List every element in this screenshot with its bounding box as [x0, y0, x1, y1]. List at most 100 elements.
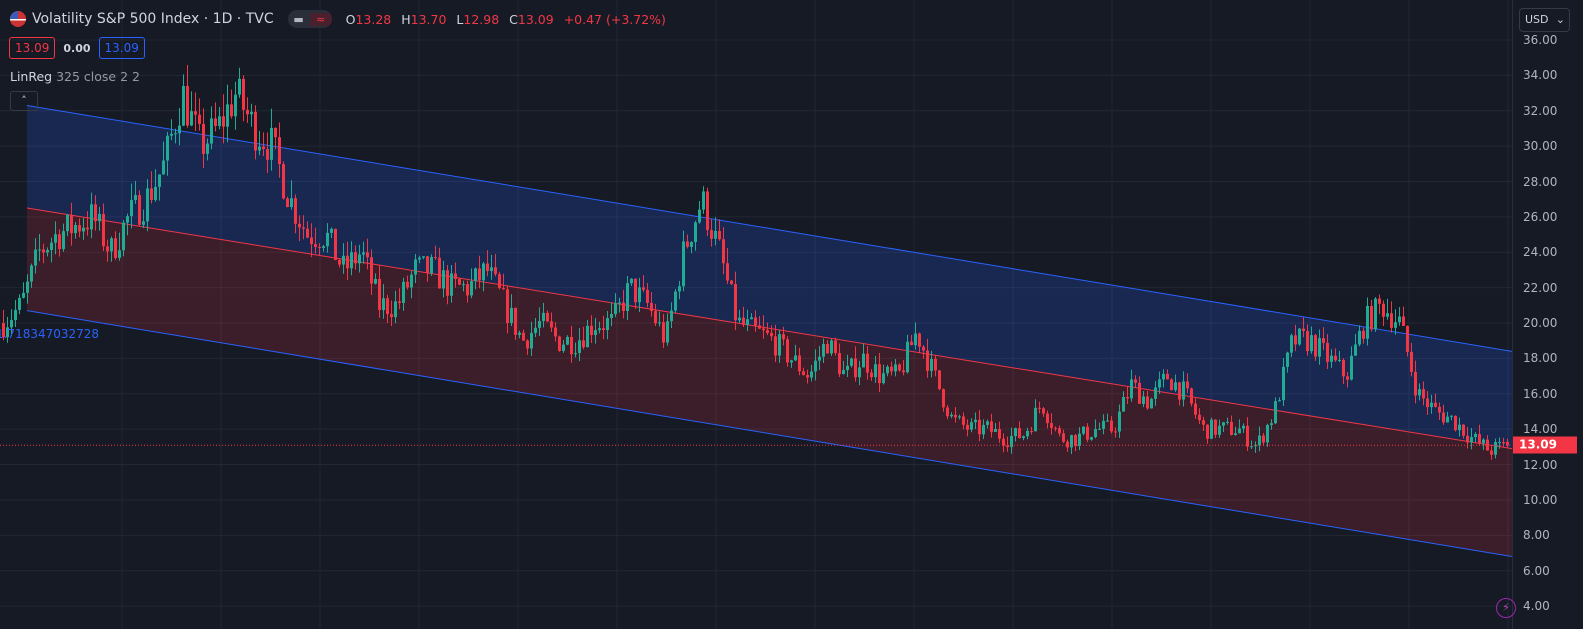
wave-mode-icon[interactable]: ≈	[309, 12, 332, 26]
candle-body	[326, 232, 329, 247]
candle-body	[714, 230, 717, 239]
candle-body	[1046, 413, 1049, 424]
candle-body	[1490, 450, 1493, 455]
candle-body	[1270, 423, 1273, 426]
price-tick: 32.00	[1523, 103, 1558, 118]
candle-body	[482, 263, 485, 281]
candle-body	[226, 104, 229, 127]
candle-body	[238, 78, 241, 95]
candle-body	[506, 289, 509, 324]
candle-body	[214, 118, 217, 126]
candle-body	[866, 353, 869, 373]
collapse-legend-button[interactable]: ˄	[10, 91, 38, 111]
candle-body	[830, 340, 833, 354]
candle-body	[938, 370, 941, 390]
candle-body	[402, 281, 405, 303]
candle-body	[390, 314, 393, 318]
candle-body	[542, 312, 545, 321]
candle-body	[1142, 396, 1145, 404]
candle-body	[1102, 420, 1105, 429]
bar-mode-icon[interactable]: ▬	[288, 13, 310, 26]
candle-body	[458, 279, 461, 285]
candle-body	[342, 255, 345, 265]
symbol-title[interactable]: Volatility S&P 500 Index · 1D · TVC	[32, 11, 274, 27]
candle-body	[1042, 408, 1045, 414]
candle-body	[346, 255, 349, 269]
candle-body	[374, 278, 377, 284]
sell-price-button[interactable]: 13.09	[9, 37, 56, 59]
candle-body	[158, 174, 161, 187]
candle-body	[1126, 397, 1129, 399]
candle-body	[722, 239, 725, 264]
candle-body	[486, 263, 489, 272]
price-axis[interactable]: USD ⌄ 36.00 34.00 32.00 30.00 28.00 26.00 24.0…	[1512, 0, 1583, 629]
candle-body	[1130, 379, 1133, 399]
candle-body	[242, 78, 245, 110]
candle-body	[790, 360, 793, 363]
price-tick: 18.00	[1523, 351, 1558, 366]
candle-body	[1390, 313, 1393, 328]
candle-body	[858, 367, 861, 378]
lightning-icon[interactable]: ⚡	[1496, 598, 1516, 618]
candle-body	[1458, 424, 1461, 431]
candle-body	[270, 127, 273, 160]
candle-body	[122, 222, 125, 251]
candle-body	[770, 332, 773, 337]
indicator-legend[interactable]: LinReg 325 close 2 2	[10, 69, 140, 84]
candle-body	[1290, 335, 1293, 353]
candle-body	[810, 371, 813, 378]
candle-body	[882, 373, 885, 384]
candle-body	[42, 249, 45, 253]
price-change: +0.47 (+3.72%)	[563, 11, 666, 27]
candle-body	[1114, 431, 1117, 433]
candle-body	[730, 280, 733, 284]
candle-body	[358, 254, 361, 264]
candle-body	[838, 353, 841, 375]
candle-body	[1334, 355, 1337, 361]
candle-body	[22, 292, 25, 298]
candle-body	[1074, 435, 1077, 446]
candle-body	[1198, 414, 1201, 421]
candle-body	[1386, 313, 1389, 317]
candle-body	[18, 297, 21, 310]
candle-body	[558, 336, 561, 351]
candle-body	[30, 265, 33, 282]
candle-body	[470, 281, 473, 296]
candle-body	[694, 222, 697, 243]
candle-body	[554, 327, 557, 337]
candle-body	[1234, 433, 1237, 435]
candle-body	[658, 322, 661, 324]
candle-body	[750, 317, 753, 320]
candle-body	[1194, 403, 1197, 415]
candle-body	[1406, 325, 1409, 352]
candle-body	[782, 334, 785, 340]
candle-body	[78, 225, 81, 232]
candle-body	[278, 137, 281, 165]
candle-body	[814, 360, 817, 372]
currency-selector[interactable]: USD ⌄	[1519, 8, 1570, 32]
candle-body	[1434, 402, 1437, 407]
candle-body	[54, 234, 57, 243]
candle-body	[570, 336, 573, 355]
candle-body	[834, 340, 837, 354]
candle-body	[1226, 421, 1229, 423]
candle-body	[1138, 382, 1141, 404]
candle-body	[398, 301, 401, 303]
candle-body	[466, 284, 469, 296]
chart-mode-toggle[interactable]: ▬ ≈	[287, 10, 332, 28]
price-tick: 28.00	[1523, 174, 1558, 189]
candle-body	[586, 325, 589, 348]
candle-body	[842, 370, 845, 375]
candle-body	[1438, 406, 1441, 413]
candle-body	[1462, 424, 1465, 436]
price-chart[interactable]	[0, 0, 1512, 629]
candle-body	[1162, 373, 1165, 380]
candle-body	[1374, 298, 1377, 330]
candle-body	[366, 252, 369, 258]
candle-body	[826, 343, 829, 354]
candle-body	[998, 429, 1001, 439]
candle-body	[490, 267, 493, 272]
candle-body	[774, 336, 777, 356]
buy-price-button[interactable]: 13.09	[98, 37, 145, 59]
candle-body	[1098, 428, 1101, 430]
